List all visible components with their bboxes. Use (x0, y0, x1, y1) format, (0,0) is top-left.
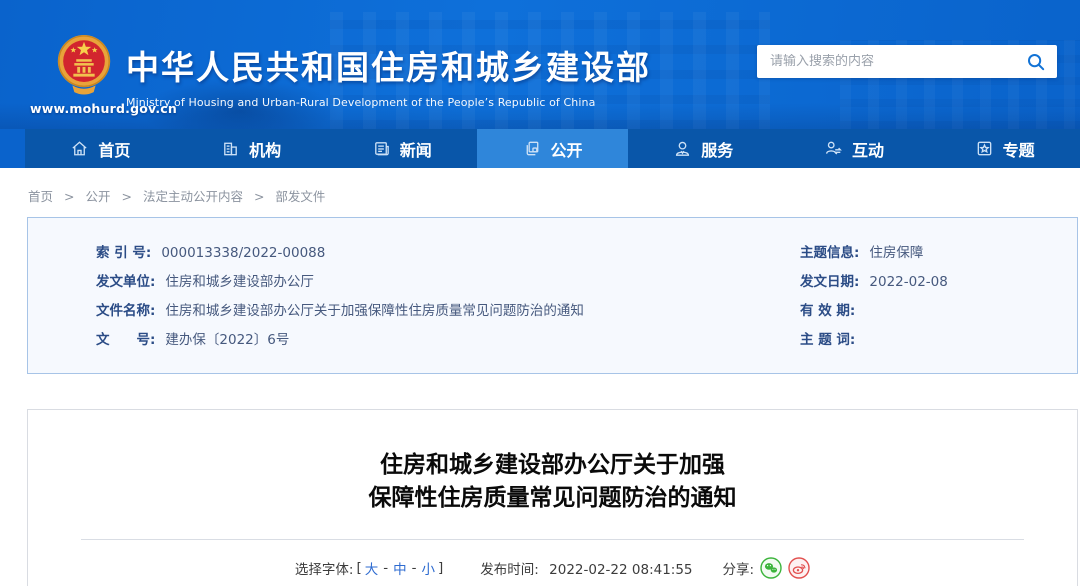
meta-right-column: 主题信息: 住房保障 发文日期: 2022-02-08 有 效 期: 主 题 词… (800, 239, 1077, 355)
meta-label: 文件名称: (96, 297, 155, 326)
site-title-chinese: 中华人民共和国住房和城乡建设部 (126, 41, 651, 89)
nav-item-label: 首页 (98, 137, 130, 161)
wechat-icon (760, 557, 782, 579)
meta-value: 000013338/2022-00088 (161, 239, 325, 268)
nav-item-label: 机构 (249, 137, 281, 161)
font-size-label: 选择字体: (295, 558, 354, 578)
primary-nav: 首页 机构 新闻 公开 服务 (0, 129, 1080, 168)
meta-value: 住房保障 (869, 239, 923, 268)
meta-value: 2022-02-08 (869, 268, 947, 297)
search-box (757, 45, 1057, 78)
nav-item-label: 公开 (551, 137, 583, 161)
meta-row-keywords: 主 题 词: (800, 326, 1077, 355)
breadcrumb-separator: > (64, 189, 74, 204)
share-label: 分享: (723, 558, 755, 578)
article-toolbar: 选择字体: [ 大 - 中 - 小 ] 发布时间: 2022-02-22 08:… (28, 557, 1077, 579)
nav-item-home[interactable]: 首页 (25, 129, 176, 168)
nav-item-interaction[interactable]: 互动 (779, 129, 930, 168)
meta-row-document-title: 文件名称: 住房和城乡建设部办公厅关于加强保障性住房质量常见问题防治的通知 (96, 297, 800, 326)
article-title: 住房和城乡建设部办公厅关于加强 保障性住房质量常见问题防治的通知 (28, 449, 1077, 515)
nav-item-news[interactable]: 新闻 (326, 129, 477, 168)
meta-row-validity: 有 效 期: (800, 297, 1077, 326)
home-icon (70, 139, 89, 158)
breadcrumb-item-current: 部发文件 (275, 189, 325, 204)
meta-row-document-number: 文 号: 建办保〔2022〕6号 (96, 326, 800, 355)
font-size-separator: - (412, 560, 417, 576)
meta-label: 发文单位: (96, 268, 155, 297)
breadcrumb-item-disclosure[interactable]: 公开 (85, 189, 110, 204)
meta-label: 主题信息: (800, 239, 859, 268)
title-divider (81, 539, 1024, 540)
nav-item-label: 互动 (852, 137, 884, 161)
meta-label: 发文日期: (800, 268, 859, 297)
nav-item-organization[interactable]: 机构 (176, 129, 327, 168)
meta-label: 主 题 词: (800, 326, 855, 355)
breadcrumb: 首页 > 公开 > 法定主动公开内容 > 部发文件 (0, 168, 1080, 205)
share-group: 分享: (723, 557, 811, 579)
nav-item-disclosure[interactable]: 公开 (477, 129, 628, 168)
weibo-icon (788, 557, 810, 579)
font-size-medium[interactable]: 中 (393, 558, 407, 578)
publish-time-label: 发布时间: (480, 562, 539, 578)
nav-left-spacer (0, 129, 25, 168)
meta-value: 住房和城乡建设部办公厅 (165, 268, 314, 297)
documents-icon (523, 139, 542, 158)
meta-value: 建办保〔2022〕6号 (165, 326, 289, 355)
meta-row-issue-date: 发文日期: 2022-02-08 (800, 268, 1077, 297)
star-square-icon (975, 139, 994, 158)
publish-time-value: 2022-02-22 08:41:55 (549, 562, 692, 578)
meta-label: 文 号: (96, 326, 155, 355)
person-arrows-icon (824, 139, 843, 158)
breadcrumb-separator: > (254, 189, 264, 204)
breadcrumb-item-home[interactable]: 首页 (28, 189, 53, 204)
nav-item-services[interactable]: 服务 (628, 129, 779, 168)
person-icon (673, 139, 692, 158)
nav-item-label: 专题 (1003, 137, 1035, 161)
article-card: 住房和城乡建设部办公厅关于加强 保障性住房质量常见问题防治的通知 选择字体: [… (27, 409, 1078, 586)
font-size-separator: - (383, 560, 388, 576)
nav-item-topics[interactable]: 专题 (929, 129, 1080, 168)
breadcrumb-separator: > (121, 189, 131, 204)
search-button[interactable] (1015, 45, 1057, 78)
article-title-line1: 住房和城乡建设部办公厅关于加强 (28, 449, 1077, 482)
nav-item-label: 服务 (701, 137, 733, 161)
font-size-small[interactable]: 小 (422, 558, 436, 578)
meta-row-subject-info: 主题信息: 住房保障 (800, 239, 1077, 268)
meta-left-column: 索 引 号: 000013338/2022-00088 发文单位: 住房和城乡建… (28, 239, 800, 355)
site-titles: 中华人民共和国住房和城乡建设部 Ministry of Housing and … (126, 41, 651, 109)
wechat-share-button[interactable] (760, 557, 782, 579)
meta-label: 有 效 期: (800, 297, 855, 326)
breadcrumb-item-statutory-content[interactable]: 法定主动公开内容 (143, 189, 243, 204)
publish-time: 发布时间: 2022-02-22 08:41:55 (480, 558, 692, 578)
search-input[interactable] (757, 54, 1015, 69)
article-title-line2: 保障性住房质量常见问题防治的通知 (28, 482, 1077, 515)
weibo-share-button[interactable] (788, 557, 810, 579)
meta-row-issuing-unit: 发文单位: 住房和城乡建设部办公厅 (96, 268, 800, 297)
font-size-close-bracket: ] (438, 560, 443, 576)
site-title-english: Ministry of Housing and Urban-Rural Deve… (126, 96, 651, 109)
nav-item-label: 新闻 (400, 137, 432, 161)
nav-bar: 首页 机构 新闻 公开 服务 (25, 129, 1080, 168)
news-icon (372, 139, 391, 158)
document-meta-box: 索 引 号: 000013338/2022-00088 发文单位: 住房和城乡建… (27, 217, 1078, 374)
meta-row-index-number: 索 引 号: 000013338/2022-00088 (96, 239, 800, 268)
national-emblem-icon (53, 33, 115, 97)
font-size-open-bracket: [ (356, 560, 361, 576)
meta-label: 索 引 号: (96, 239, 151, 268)
font-size-large[interactable]: 大 (365, 558, 379, 578)
org-building-icon (221, 139, 240, 158)
meta-value: 住房和城乡建设部办公厅关于加强保障性住房质量常见问题防治的通知 (165, 297, 584, 326)
search-icon (1026, 52, 1046, 72)
site-header: www.mohurd.gov.cn 中华人民共和国住房和城乡建设部 Minist… (0, 0, 1080, 129)
